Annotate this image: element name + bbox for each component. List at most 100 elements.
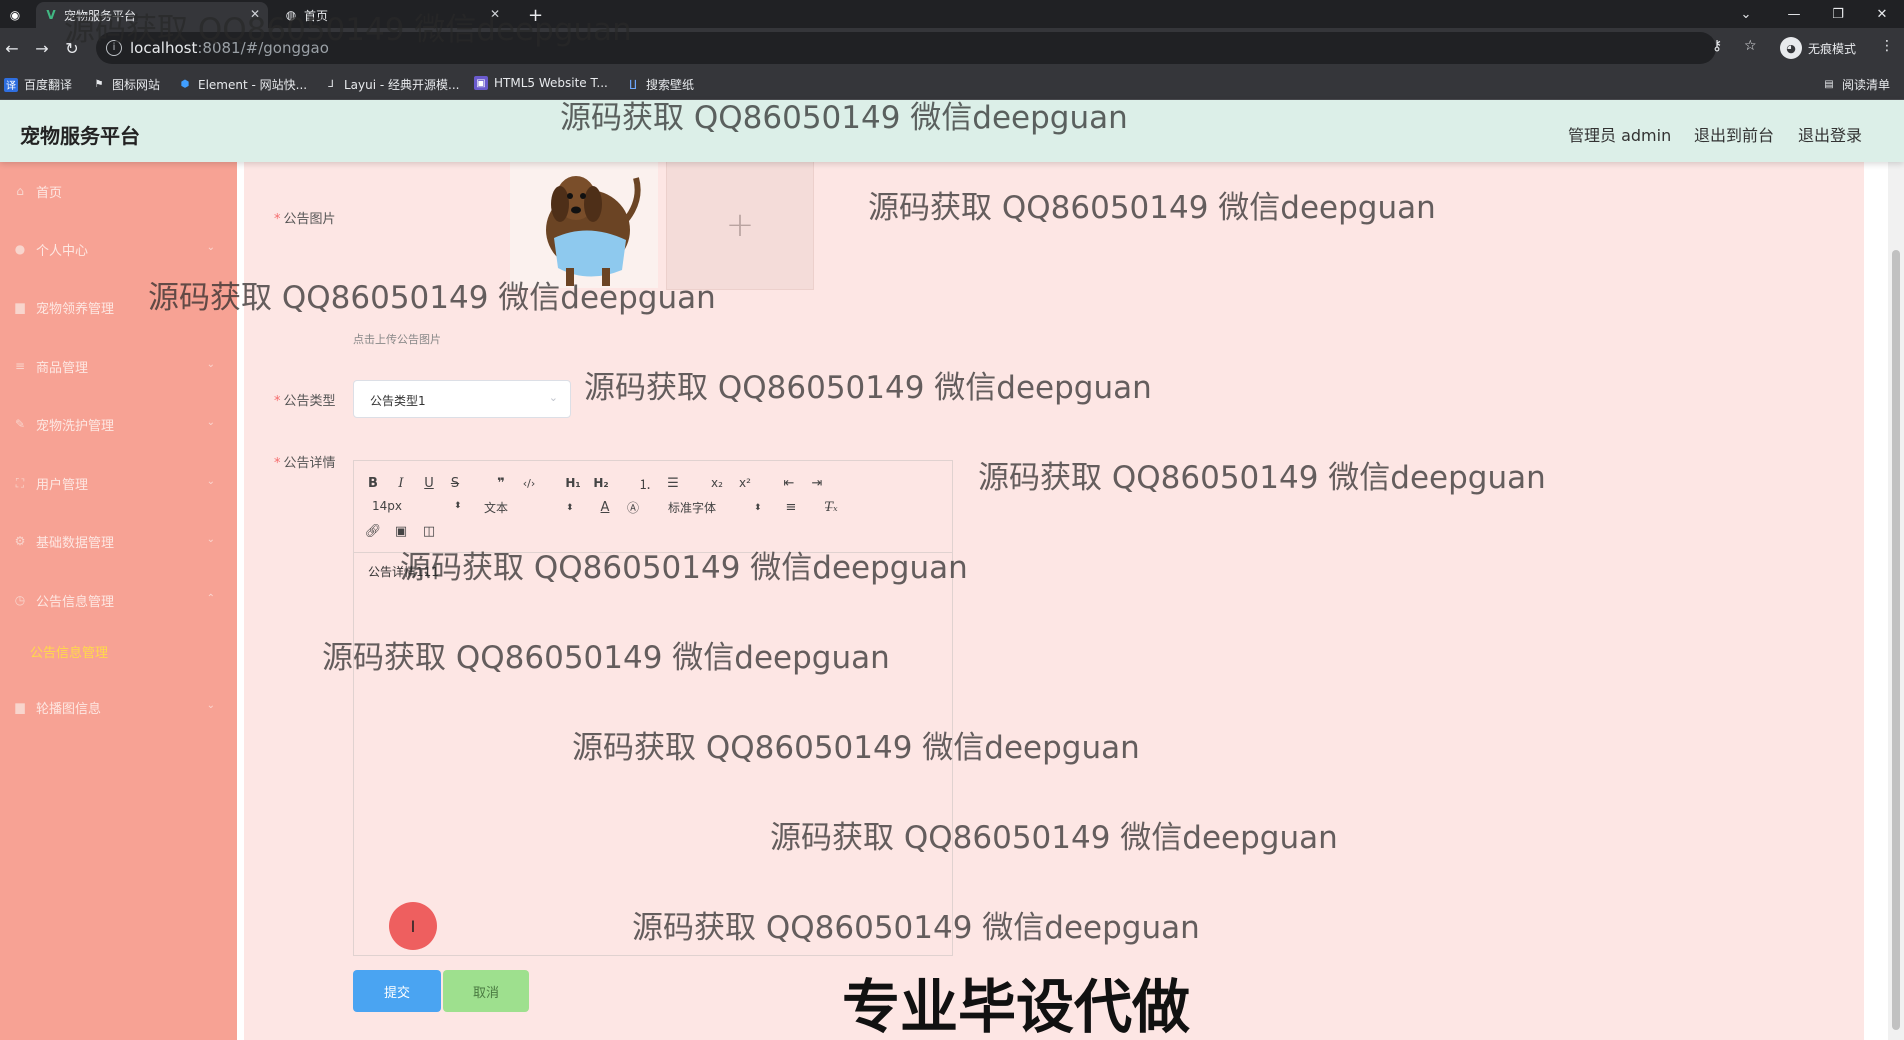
sidebar-item-label: 首页 (36, 185, 63, 201)
list-icon: ≡ (14, 359, 26, 373)
key-icon[interactable]: ⚷ (1712, 38, 1722, 54)
text-cursor-icon: I (389, 902, 437, 950)
chevron-down-icon: ⌄ (206, 359, 215, 370)
back-to-front-link[interactable]: 退出到前台 (1694, 122, 1774, 146)
link-icon[interactable]: 🔗︎ (362, 521, 384, 541)
background-color-icon[interactable]: Ⓐ (622, 497, 644, 517)
url-input[interactable]: i localhost:8081/#/gonggao (96, 32, 1716, 64)
bookmark-layui[interactable]: ⅃ Layui - 经典开源模... (324, 76, 459, 93)
minimize-icon[interactable]: — (1772, 0, 1816, 28)
submit-button[interactable]: 提交 (353, 970, 441, 1012)
image-insert-icon[interactable]: ▣ (390, 521, 412, 541)
italic-icon[interactable]: I (390, 473, 412, 493)
sidebar-item-adoption[interactable]: ▆ 宠物领养管理 (0, 278, 237, 336)
chevron-down-icon: ⌄ (206, 417, 215, 428)
sidebar-item-users[interactable]: ⛶ 用户管理 ⌄ (0, 454, 237, 512)
sidebar-subitem-notice-manage[interactable]: 公告信息管理 (30, 642, 108, 661)
updown-icon: ⬍ (454, 501, 462, 511)
indent-icon[interactable]: ⇥ (806, 473, 828, 493)
heading1-icon[interactable]: H₁ (562, 473, 584, 493)
sidebar-item-label: 个人中心 (36, 243, 89, 259)
browser-tab-active[interactable]: V 宠物服务平台 ✕ (36, 2, 268, 28)
clear-format-icon[interactable]: T̶ₓ (820, 497, 842, 517)
sidebar-item-base-data[interactable]: ⚙ 基础数据管理 ⌄ (0, 512, 237, 570)
ordered-list-icon[interactable]: ⒈ (634, 473, 656, 493)
text-format-select[interactable]: 文本 ⬍ (484, 499, 574, 516)
close-tab-icon[interactable]: ✕ (250, 7, 260, 21)
chevron-up-icon: ⌃ (206, 593, 215, 604)
align-icon[interactable]: ≡ (780, 497, 802, 517)
outdent-icon[interactable]: ⇤ (778, 473, 800, 493)
video-insert-icon[interactable]: ◫ (418, 521, 440, 541)
info-icon[interactable]: i (106, 40, 122, 56)
cancel-button[interactable]: 取消 (443, 970, 529, 1012)
notice-type-select[interactable]: 公告类型1 ⌄ (353, 380, 571, 418)
chevron-down-icon: ⌄ (206, 534, 215, 545)
chevron-down-icon: ⌄ (206, 476, 215, 487)
plus-icon: + (725, 205, 755, 245)
heading2-icon[interactable]: H₂ (590, 473, 612, 493)
bookmark-html5[interactable]: ▣ HTML5 Website T... (474, 76, 608, 90)
font-color-icon[interactable]: A (594, 497, 616, 517)
sidebar-item-notice[interactable]: ◷ 公告信息管理 ⌃ (0, 571, 237, 629)
browser-tab-bar: ◉ V 宠物服务平台 ✕ ◍ 首页 ✕ + ⌄ — ❐ ✕ (0, 0, 1904, 28)
scrollbar-thumb[interactable] (1892, 250, 1900, 1030)
wallpaper-icon: ∐ (629, 79, 637, 90)
bookmark-wallpaper[interactable]: ∐ 搜索壁纸 (626, 76, 694, 93)
close-window-icon[interactable]: ✕ (1860, 0, 1904, 28)
blockquote-icon[interactable]: ❞ (490, 473, 512, 493)
sidebar-item-label: 用户管理 (36, 477, 89, 493)
incognito-indicator[interactable]: ◕ 无痕模式 (1780, 34, 1856, 62)
bookmark-baidu-translate[interactable]: 译百度翻译 (4, 76, 72, 93)
sidebar-item-label: 基础数据管理 (36, 535, 115, 551)
code-block-icon[interactable]: ‹/› (518, 473, 540, 493)
tab-search-icon[interactable]: ⌄ (1724, 0, 1768, 28)
image-field-label: * 公告图片 (274, 212, 336, 227)
editor-content[interactable]: 公告详情111 (368, 563, 439, 580)
bullet-list-icon[interactable]: ☰ (662, 473, 684, 493)
app-title: 宠物服务平台 (20, 124, 140, 148)
subscript-icon[interactable]: x₂ (706, 473, 728, 493)
image-icon: ▆ (15, 700, 25, 714)
sidebar-item-washing[interactable]: ✎ 宠物洗护管理 ⌄ (0, 395, 237, 453)
uploaded-image-thumbnail[interactable] (510, 160, 658, 288)
star-icon[interactable]: ☆ (1744, 38, 1757, 54)
font-family-select[interactable]: 标准字体 ⬍ (668, 499, 764, 516)
sidebar-item-label: 轮播图信息 (36, 701, 102, 717)
sidebar-item-personal-center[interactable]: ● 个人中心 ⌄ (0, 220, 237, 278)
bold-icon[interactable]: B (362, 473, 384, 493)
sidebar-item-label: 公告信息管理 (36, 594, 115, 610)
browser-menu-icon[interactable]: ⋮ (1880, 38, 1894, 54)
sidebar-item-home[interactable]: ⌂ 首页 (0, 162, 237, 220)
new-tab-icon[interactable]: + (520, 2, 550, 28)
tab-title: 宠物服务平台 (64, 8, 137, 23)
reading-list[interactable]: ▤ 阅读清单 (1822, 76, 1890, 93)
updown-icon: ⬍ (566, 502, 574, 513)
underline-icon[interactable]: U (418, 473, 440, 493)
browser-menu-icon[interactable]: ◉ (0, 2, 30, 28)
sidebar-item-label: 宠物领养管理 (36, 301, 115, 317)
sidebar-item-carousel[interactable]: ▆ 轮播图信息 ⌄ (0, 678, 237, 736)
font-size-select[interactable]: 14px ⬍ (372, 499, 462, 513)
sidebar-item-goods[interactable]: ≡ 商品管理 ⌄ (0, 337, 237, 395)
type-field-label: * 公告类型 (274, 394, 336, 409)
updown-icon: ⬍ (754, 502, 762, 513)
back-icon[interactable]: ← (0, 36, 24, 60)
upload-add-button[interactable]: + (666, 160, 814, 290)
superscript-icon[interactable]: x² (734, 473, 756, 493)
rich-text-editor: B I U S ❞ ‹/› H₁ H₂ ⒈ ☰ x₂ x² ⇤ ⇥ 14px ⬍ … (353, 460, 953, 956)
restore-icon[interactable]: ❐ (1816, 0, 1860, 28)
bookmark-icon-site[interactable]: ⚑ 图标网站 (92, 76, 161, 93)
forward-icon[interactable]: → (30, 36, 54, 60)
strikethrough-icon[interactable]: S (444, 473, 466, 493)
reload-icon[interactable]: ↻ (60, 36, 84, 60)
close-tab-icon[interactable]: ✕ (490, 7, 500, 21)
bookmark-element[interactable]: ⬢ Element - 网站快... (178, 76, 307, 93)
dog-image (510, 160, 658, 288)
browser-tab[interactable]: ◍ 首页 ✕ (276, 2, 508, 28)
admin-user-label: 管理员 admin (1568, 126, 1672, 145)
logout-link[interactable]: 退出登录 (1798, 122, 1862, 146)
vue-logo-icon: V (46, 8, 56, 22)
promo-text: 专业毕设代做 (842, 973, 1191, 1040)
users-icon: ⛶ (15, 475, 25, 490)
